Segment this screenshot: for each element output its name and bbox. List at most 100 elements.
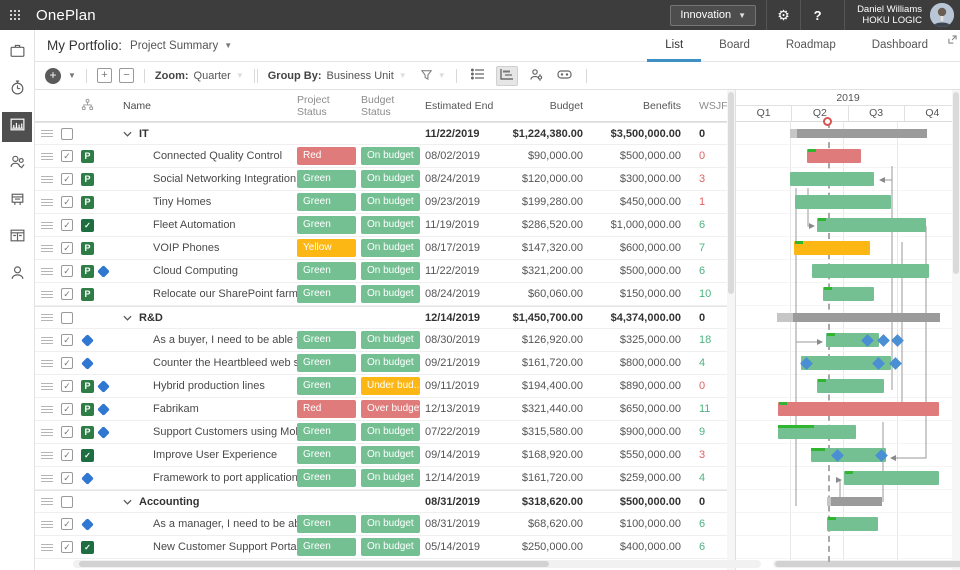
- sidebar-item-resources[interactable]: [2, 149, 32, 179]
- gantt-group-bar[interactable]: [790, 129, 927, 138]
- row-checkbox[interactable]: ✓: [61, 541, 73, 553]
- drag-handle[interactable]: [35, 222, 55, 229]
- column-header-wsjf[interactable]: WSJF: [691, 100, 727, 112]
- table-row[interactable]: ✓PConnected Quality ControlRedOn budget0…: [35, 145, 727, 168]
- budget-status-chip[interactable]: On budget: [361, 170, 420, 188]
- filter-button[interactable]: ▼: [420, 68, 446, 84]
- gantt-task-bar[interactable]: [790, 172, 874, 186]
- gantt-task-bar[interactable]: [807, 149, 861, 163]
- budget-status-chip[interactable]: On budget: [361, 515, 420, 533]
- row-checkbox[interactable]: ✓: [61, 449, 73, 461]
- gantt-group-bar[interactable]: [777, 313, 940, 322]
- column-header-name[interactable]: Name: [123, 100, 297, 112]
- project-status-chip[interactable]: Green: [297, 515, 356, 533]
- view-selector[interactable]: Project Summary ▼: [130, 40, 232, 52]
- zoom-selector[interactable]: Zoom: Quarter ▼: [155, 70, 244, 82]
- gantt-view-button[interactable]: [496, 66, 518, 86]
- avatar[interactable]: [930, 3, 954, 27]
- today-marker-icon[interactable]: [823, 117, 832, 126]
- table-row[interactable]: ✓✓New Customer Support PortalGreenOn bud…: [35, 536, 727, 559]
- row-checkbox[interactable]: ✓: [61, 219, 73, 231]
- row-checkbox[interactable]: ✓: [61, 426, 73, 438]
- drag-handle[interactable]: [35, 268, 55, 275]
- sidebar-item-plans[interactable]: [2, 223, 32, 253]
- budget-status-chip[interactable]: On budget: [361, 285, 420, 303]
- drag-handle[interactable]: [35, 314, 55, 321]
- gantt-task-bar[interactable]: [795, 195, 891, 209]
- expand-all-button[interactable]: +: [97, 68, 112, 83]
- expand-icon[interactable]: [948, 31, 957, 49]
- budget-status-chip[interactable]: On budget: [361, 354, 420, 372]
- app-launcher-icon[interactable]: [0, 0, 30, 30]
- budget-status-chip[interactable]: On budget: [361, 446, 420, 464]
- table-row[interactable]: ✓✓Fleet AutomationGreenOn budget11/19/20…: [35, 214, 727, 237]
- sidebar-item-board[interactable]: [2, 186, 32, 216]
- add-menu-chevron-icon[interactable]: ▼: [68, 71, 76, 80]
- budget-status-chip[interactable]: On budget: [361, 216, 420, 234]
- project-status-chip[interactable]: Green: [297, 285, 356, 303]
- table-row[interactable]: ✓PHybrid production linesGreenUnder bud.…: [35, 375, 727, 398]
- budget-status-chip[interactable]: On budget: [361, 239, 420, 257]
- chevron-down-icon[interactable]: [123, 312, 132, 324]
- gantt-task-bar[interactable]: [817, 379, 884, 393]
- list-view-button[interactable]: [467, 66, 489, 86]
- project-status-chip[interactable]: Green: [297, 423, 356, 441]
- drag-handle[interactable]: [35, 429, 55, 436]
- tab-list[interactable]: List: [647, 39, 701, 62]
- project-status-chip[interactable]: Red: [297, 147, 356, 165]
- table-horizontal-scrollbar[interactable]: [73, 560, 761, 568]
- gantt-task-bar[interactable]: [778, 425, 856, 439]
- row-checkbox[interactable]: ✓: [61, 265, 73, 277]
- row-checkbox[interactable]: [61, 128, 73, 140]
- sidebar-item-insights[interactable]: [2, 112, 32, 142]
- row-checkbox[interactable]: ✓: [61, 357, 73, 369]
- drag-handle[interactable]: [35, 452, 55, 459]
- row-checkbox[interactable]: ✓: [61, 403, 73, 415]
- row-checkbox[interactable]: [61, 312, 73, 324]
- sidebar-item-profile[interactable]: [2, 260, 32, 290]
- budget-status-chip[interactable]: On budget: [361, 262, 420, 280]
- group-row[interactable]: R&D12/14/2019$1,450,700.00$4,374,000.000: [35, 306, 727, 329]
- project-status-chip[interactable]: Green: [297, 216, 356, 234]
- table-row[interactable]: ✓PTiny HomesGreenOn budget09/23/2019$199…: [35, 191, 727, 214]
- project-status-chip[interactable]: Green: [297, 170, 356, 188]
- sidebar-item-portfolio[interactable]: [2, 38, 32, 68]
- budget-status-chip[interactable]: On budget: [361, 147, 420, 165]
- drag-handle[interactable]: [35, 199, 55, 206]
- project-status-chip[interactable]: Green: [297, 538, 356, 556]
- project-status-chip[interactable]: Green: [297, 446, 356, 464]
- plan-selector[interactable]: Innovation ▼: [670, 5, 756, 26]
- project-status-chip[interactable]: Green: [297, 331, 356, 349]
- chevron-down-icon[interactable]: [123, 128, 132, 140]
- user-info[interactable]: Daniel Williams HOKU LOGIC: [844, 0, 922, 30]
- drag-handle[interactable]: [35, 544, 55, 551]
- row-checkbox[interactable]: ✓: [61, 518, 73, 530]
- gantt-group-bar[interactable]: [827, 497, 882, 506]
- row-checkbox[interactable]: ✓: [61, 242, 73, 254]
- tab-roadmap[interactable]: Roadmap: [768, 39, 854, 62]
- budget-status-chip[interactable]: Over budget: [361, 400, 420, 418]
- budget-status-chip[interactable]: On budget: [361, 193, 420, 211]
- row-checkbox[interactable]: ✓: [61, 196, 73, 208]
- project-status-chip[interactable]: Green: [297, 377, 356, 395]
- row-checkbox[interactable]: ✓: [61, 173, 73, 185]
- gantt-task-bar[interactable]: [844, 471, 939, 485]
- project-status-chip[interactable]: Green: [297, 193, 356, 211]
- help-icon[interactable]: ?: [800, 0, 834, 30]
- gantt-task-bar[interactable]: [778, 402, 939, 416]
- drag-handle[interactable]: [35, 245, 55, 252]
- drag-handle[interactable]: [35, 360, 55, 367]
- drag-handle[interactable]: [35, 337, 55, 344]
- gantt-task-bar[interactable]: [827, 517, 878, 531]
- table-row[interactable]: ✓PCloud ComputingGreenOn budget11/22/201…: [35, 260, 727, 283]
- chevron-down-icon[interactable]: [123, 496, 132, 508]
- gantt-task-bar[interactable]: [817, 218, 926, 232]
- drag-handle[interactable]: [35, 475, 55, 482]
- row-checkbox[interactable]: ✓: [61, 288, 73, 300]
- table-row[interactable]: ✓PFabrikamRedOver budget12/13/2019$321,4…: [35, 398, 727, 421]
- sidebar-item-timesheet[interactable]: [2, 75, 32, 105]
- row-checkbox[interactable]: ✓: [61, 334, 73, 346]
- project-status-chip[interactable]: Green: [297, 469, 356, 487]
- tab-dashboard[interactable]: Dashboard: [854, 39, 946, 62]
- column-header-estimated-end[interactable]: Estimated End: [425, 100, 499, 112]
